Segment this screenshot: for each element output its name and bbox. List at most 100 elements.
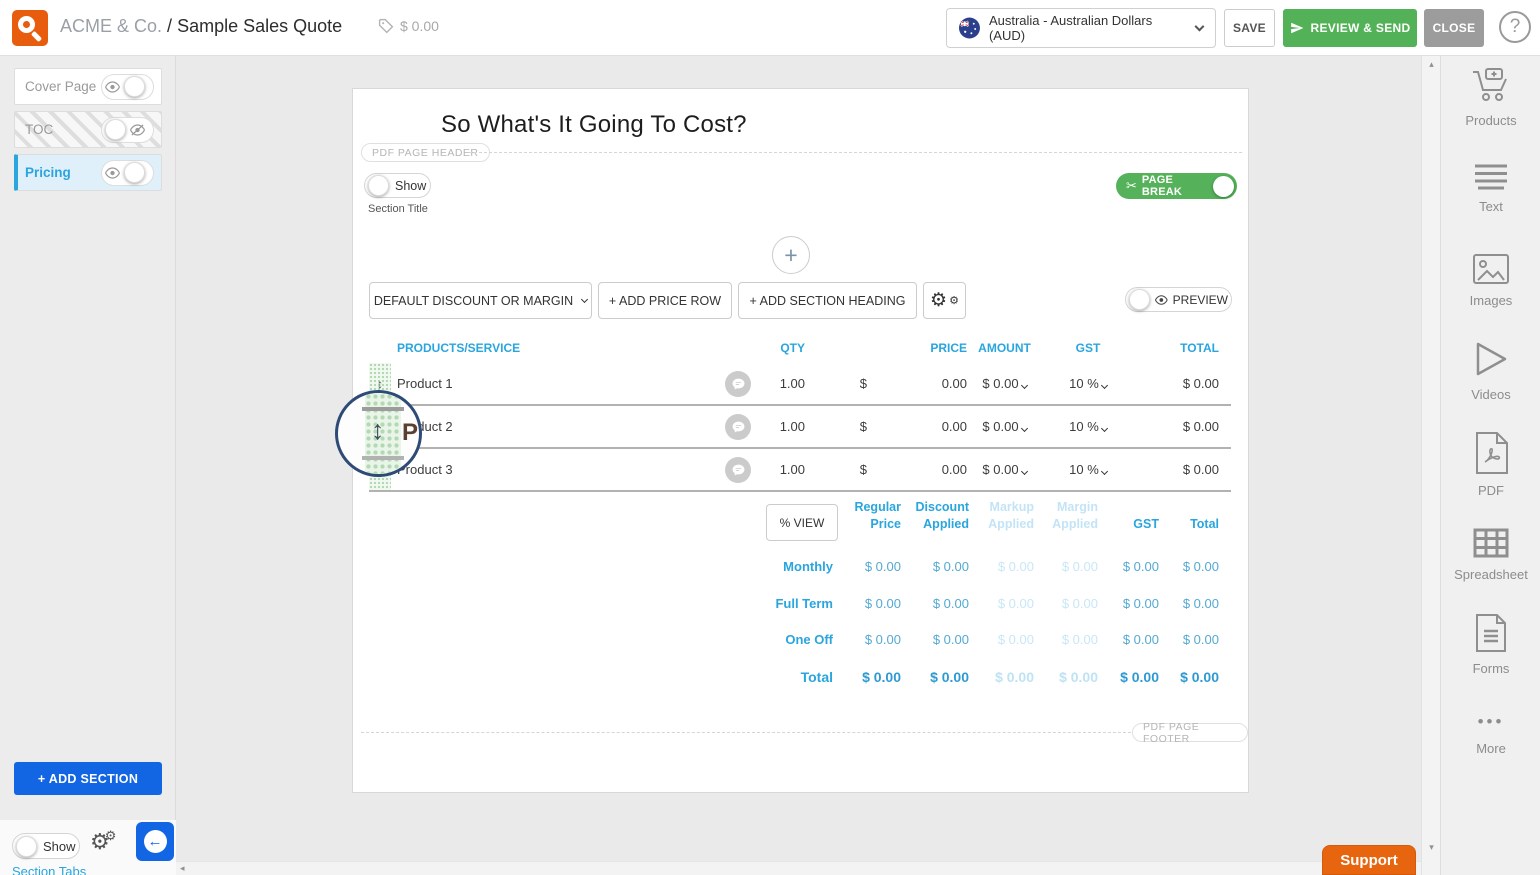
speech-bubble-icon <box>732 378 745 390</box>
toolbar-item-text[interactable]: Text <box>1441 164 1540 214</box>
add-price-row-button[interactable]: + ADD PRICE ROW <box>598 282 732 319</box>
price-tag-icon <box>378 18 394 34</box>
toc-visibility-toggle[interactable] <box>101 117 154 143</box>
company-name: ACME & Co. <box>60 16 162 36</box>
price-row-3: ↕ Product 3 1.00 $ 0.00 $ 0.00 10 % $ 0.… <box>369 449 1231 492</box>
price-row-1: ↕ Product 1 1.00 $ 0.00 $ 0.00 10 % $ 0.… <box>369 363 1231 406</box>
collapse-sidebar-button[interactable]: ← <box>136 822 174 861</box>
eye-icon <box>105 81 120 93</box>
save-button[interactable]: SAVE <box>1224 9 1275 47</box>
gst-dropdown[interactable]: 10 % <box>1042 462 1134 477</box>
price-input[interactable]: 0.00 <box>867 376 967 391</box>
dashed-separator <box>469 152 1242 153</box>
add-section-button[interactable]: + ADD SECTION <box>14 762 162 795</box>
close-button[interactable]: CLOSE <box>1424 9 1484 47</box>
col-margin-applied: Margin Applied <box>1034 499 1098 533</box>
default-discount-dropdown[interactable]: DEFAULT DISCOUNT OR MARGIN <box>369 282 592 319</box>
drag-icon: ↕ <box>371 415 385 446</box>
pricing-settings-button[interactable]: ⚙⚙ <box>923 282 966 319</box>
magnified-letter: P <box>402 419 418 447</box>
scroll-down-arrow[interactable]: ▾ <box>1422 842 1441 853</box>
back-arrow-icon: ← <box>148 833 163 850</box>
page-break-toggle[interactable]: ✂ PAGE BREAK <box>1116 173 1237 199</box>
gear-icon-small: ⚙ <box>949 294 959 307</box>
toolbar-item-pdf[interactable]: PDF <box>1441 432 1540 498</box>
top-bar: ACME & Co. / Sample Sales Quote $ 0.00 A… <box>0 0 1540 56</box>
section-tabs-settings-button[interactable]: ⚙⚙ <box>90 828 116 855</box>
pricing-visibility-toggle[interactable] <box>101 160 154 186</box>
preview-toggle[interactable]: PREVIEW <box>1125 287 1232 312</box>
col-products-service: PRODUCTS/SERVICE <box>391 341 725 355</box>
summary-header: Regular Price Discount Applied Markup Ap… <box>746 499 1219 533</box>
toolbar-item-images[interactable]: Images <box>1441 254 1540 308</box>
plus-icon: + <box>784 242 797 269</box>
chevron-down-icon <box>1195 22 1205 32</box>
support-button[interactable]: Support <box>1322 845 1416 875</box>
horizontal-scrollbar[interactable]: ◂ <box>176 861 1421 875</box>
toggle-knob <box>124 162 145 183</box>
chevron-down-icon <box>581 295 588 302</box>
add-section-heading-button[interactable]: + ADD SECTION HEADING <box>738 282 917 319</box>
product-name-input[interactable]: Product 1 <box>391 376 725 391</box>
review-send-button[interactable]: REVIEW & SEND <box>1283 9 1417 47</box>
toolbar-item-products[interactable]: Products <box>1441 68 1540 128</box>
scroll-up-arrow[interactable]: ▴ <box>1422 59 1441 70</box>
magnifier-lens: ↕ P <box>335 390 422 477</box>
vertical-scrollbar[interactable]: ▴ ▾ <box>1421 56 1440 875</box>
section-sidebar: Cover Page TOC Pricing + ADD SECTION <box>0 56 176 820</box>
cover-page-visibility-toggle[interactable] <box>101 74 154 100</box>
sidebar-item-pricing[interactable]: Pricing <box>14 154 162 191</box>
chevron-down-icon <box>1021 425 1028 432</box>
currency-symbol: $ <box>805 376 867 391</box>
speech-bubble-icon <box>732 421 745 433</box>
scroll-left-arrow[interactable]: ◂ <box>180 863 185 874</box>
qty-input[interactable]: 1.00 <box>757 419 805 434</box>
eye-icon <box>105 167 120 179</box>
cart-plus-icon <box>1471 68 1511 104</box>
sidebar-item-toc[interactable]: TOC <box>14 111 162 148</box>
app-logo-icon[interactable] <box>12 10 48 46</box>
row-total: $ 0.00 <box>1134 462 1231 477</box>
amount-dropdown[interactable]: $ 0.00 <box>967 419 1042 434</box>
qty-input[interactable]: 1.00 <box>757 376 805 391</box>
sidebar-item-cover-page[interactable]: Cover Page <box>14 68 162 105</box>
section-title-caption: Section Title <box>368 203 428 215</box>
help-button[interactable]: ? <box>1499 11 1531 43</box>
toolbar-item-spreadsheet[interactable]: Spreadsheet <box>1441 528 1540 582</box>
currency-selector[interactable]: Australia - Australian Dollars (AUD) <box>946 8 1216 48</box>
toolbar-item-more[interactable]: ••• More <box>1441 712 1540 756</box>
gst-dropdown[interactable]: 10 % <box>1042 376 1134 391</box>
drag-icon: ↕ <box>377 377 383 391</box>
col-gst: GST <box>1098 516 1159 533</box>
page-title[interactable]: So What's It Going To Cost? <box>441 111 747 139</box>
currency-symbol: $ <box>805 419 867 434</box>
section-tabs-caption: Section Tabs <box>12 864 86 875</box>
col-amount: AMOUNT <box>967 341 1042 355</box>
comment-button[interactable] <box>725 414 751 440</box>
gst-dropdown[interactable]: 10 % <box>1042 419 1134 434</box>
product-name-input[interactable]: Product 2 <box>391 419 725 434</box>
product-name-input[interactable]: Product 3 <box>391 462 725 477</box>
add-content-button[interactable]: + <box>772 236 810 274</box>
amount-dropdown[interactable]: $ 0.00 <box>967 462 1042 477</box>
price-input[interactable]: 0.00 <box>867 419 967 434</box>
col-total: Total <box>1159 516 1219 533</box>
price-input[interactable]: 0.00 <box>867 462 967 477</box>
chevron-down-icon <box>1021 382 1028 389</box>
toolbar-item-forms[interactable]: Forms <box>1441 614 1540 676</box>
amount-dropdown[interactable]: $ 0.00 <box>967 376 1042 391</box>
comment-button[interactable] <box>725 371 751 397</box>
col-total: TOTAL <box>1134 341 1231 355</box>
section-title-show-toggle[interactable]: Show <box>364 173 431 198</box>
col-qty: QTY <box>757 341 805 355</box>
section-tabs-show-toggle[interactable]: Show <box>12 833 80 859</box>
toolbar-item-videos[interactable]: Videos <box>1441 340 1540 402</box>
comment-button[interactable] <box>725 457 751 483</box>
document-title[interactable]: Sample Sales Quote <box>177 16 342 36</box>
breadcrumb: ACME & Co. / Sample Sales Quote <box>60 16 342 37</box>
app-window: ACME & Co. / Sample Sales Quote $ 0.00 A… <box>0 0 1540 875</box>
text-lines-icon <box>1474 164 1508 190</box>
row-total: $ 0.00 <box>1134 376 1231 391</box>
quote-value-tag: $ 0.00 <box>378 18 439 34</box>
qty-input[interactable]: 1.00 <box>757 462 805 477</box>
